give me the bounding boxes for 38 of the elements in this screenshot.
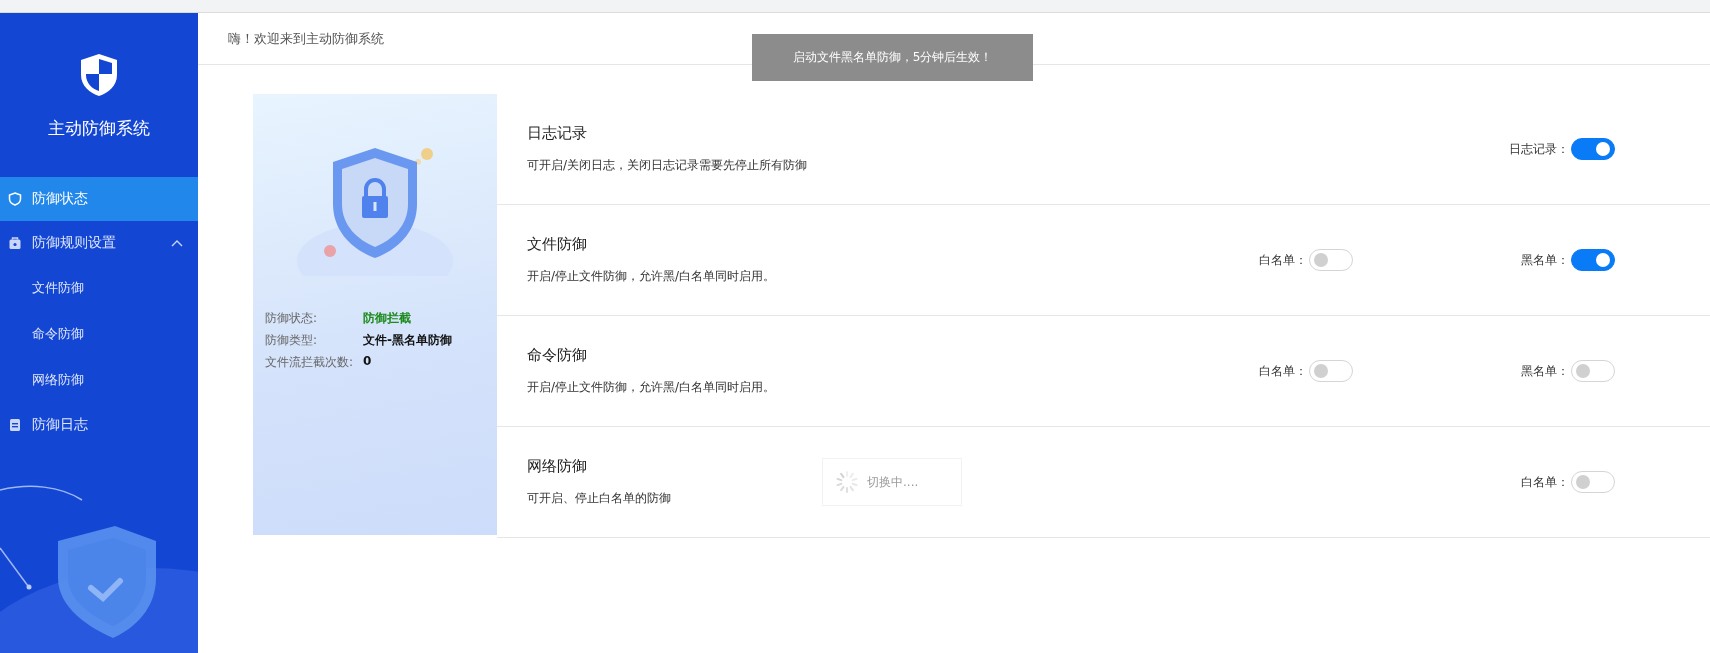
switch-label: 日志记录： bbox=[1509, 140, 1569, 158]
section-title: 命令防御 bbox=[527, 346, 588, 365]
field-value: 文件-黑名单防御 bbox=[363, 332, 454, 349]
switch-label: 白名单： bbox=[1259, 362, 1307, 380]
field-label: 防御类型: bbox=[265, 332, 319, 349]
field-value: 0 bbox=[363, 354, 373, 370]
document-icon bbox=[8, 418, 22, 432]
field-label: 防御状态: bbox=[265, 310, 319, 327]
switch-label: 黑名单： bbox=[1521, 362, 1569, 380]
toast-message: 启动文件黑名单防御，5分钟后生效！ bbox=[752, 34, 1033, 81]
sidebar-subitem[interactable]: 网络防御 bbox=[0, 357, 198, 403]
sidebar-item[interactable]: 防御日志 bbox=[0, 403, 198, 447]
section-description: 可开启/关闭日志，关闭日志记录需要先停止所有防御 bbox=[527, 157, 809, 174]
sidebar-group[interactable]: 防御规则设置 bbox=[0, 221, 198, 265]
sidebar-subitem[interactable]: 命令防御 bbox=[0, 311, 198, 357]
sidebar-item[interactable]: 防御状态 bbox=[0, 177, 198, 221]
field-value: 防御拦截 bbox=[363, 310, 413, 327]
section-title: 网络防御 bbox=[527, 457, 588, 476]
field-label: 文件流拦截次数: bbox=[265, 354, 354, 371]
switch-label: 白名单： bbox=[1521, 473, 1569, 491]
toggle-switch[interactable] bbox=[1571, 249, 1615, 271]
toggle-switch[interactable] bbox=[1571, 138, 1615, 160]
greeting-text: 嗨！欢迎来到主动防御系统 bbox=[228, 29, 384, 48]
section-description: 开启/停止文件防御，允许黑/白名单同时启用。 bbox=[527, 379, 777, 396]
shield-logo-icon bbox=[79, 53, 119, 97]
caret-icon bbox=[170, 238, 184, 248]
spinner-icon bbox=[835, 470, 859, 494]
section-title: 日志记录 bbox=[527, 124, 588, 143]
bag-icon bbox=[8, 236, 22, 250]
section-description: 开启/停止文件防御，允许黑/白名单同时启用。 bbox=[527, 268, 777, 285]
switch-label: 白名单： bbox=[1259, 251, 1307, 269]
app-title: 主动防御系统 bbox=[48, 117, 150, 140]
loading-indicator: 切换中.... bbox=[822, 458, 962, 506]
section-description: 可开启、停止白名单的防御 bbox=[527, 490, 672, 507]
section-title: 文件防御 bbox=[527, 235, 588, 254]
sidebar-subitem[interactable]: 文件防御 bbox=[0, 265, 198, 311]
switch-label: 黑名单： bbox=[1521, 251, 1569, 269]
shield-icon bbox=[8, 192, 22, 206]
